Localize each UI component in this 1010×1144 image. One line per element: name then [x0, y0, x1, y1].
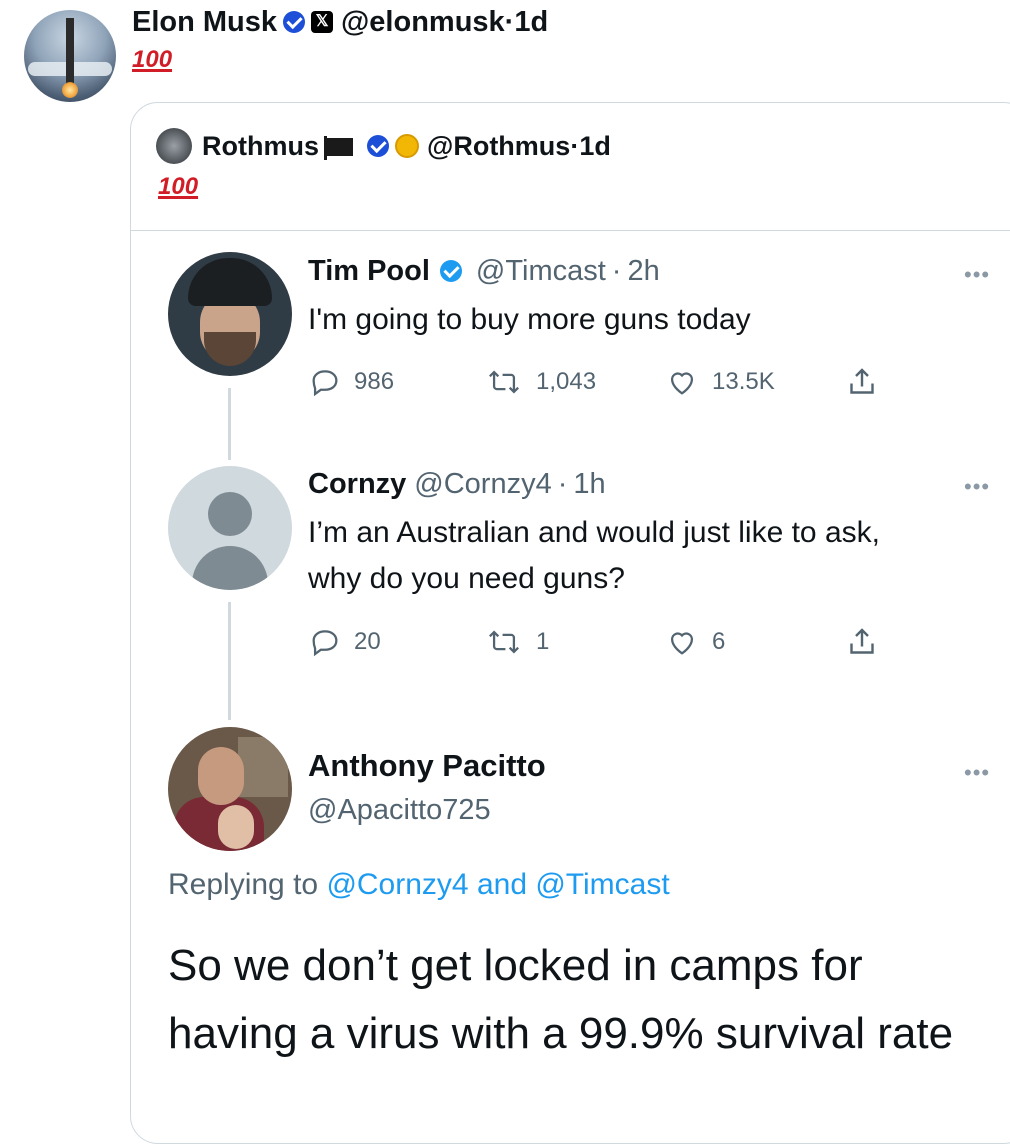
reply-count: 20: [354, 628, 381, 655]
like-action: 6: [664, 622, 725, 662]
quoted-tweet-header: Rothmus @Rothmus · 1d: [202, 127, 611, 165]
more-icon: •••: [964, 474, 991, 499]
share-icon: [850, 368, 874, 394]
retweet-action: 1,043: [484, 362, 596, 402]
like-action: 13.5K: [664, 362, 775, 402]
cornzy-default-avatar: [168, 466, 292, 590]
share-icon: [850, 628, 874, 654]
reply-body: So we don’t get locked in camps for havi…: [168, 941, 954, 1058]
share-action: [844, 622, 892, 662]
retweet-count: 1: [536, 628, 550, 655]
tweet-1-header: Tim Pool @Timcast · 2h: [308, 250, 660, 292]
post-time[interactable]: 1d: [514, 6, 548, 39]
avatar-body: [192, 546, 268, 590]
author-name[interactable]: Elon Musk: [132, 6, 277, 39]
tim-pool-avatar: [168, 252, 292, 376]
thread-connector: [228, 388, 231, 460]
share-action: [844, 362, 892, 402]
separator-dot: ·: [557, 467, 568, 500]
reply-author-handle: @Apacitto725: [308, 794, 491, 826]
verified-badge-icon: [439, 260, 462, 282]
more-icon: •••: [964, 262, 991, 287]
mention-timcast: @Timcast: [535, 868, 670, 901]
tweet-1-author-name: Tim Pool: [308, 254, 430, 287]
gold-badge-icon: [395, 134, 419, 158]
avatar-face: [198, 747, 244, 805]
avatar-beanie: [188, 258, 272, 306]
tweet-2-body-line-2: why do you need guns?: [308, 562, 625, 595]
avatar-shelf: [238, 737, 288, 797]
anthony-pacitto-avatar: [168, 727, 292, 851]
rothmus-avatar[interactable]: [156, 128, 192, 164]
more-icon: •••: [964, 760, 991, 785]
retweet-icon: [489, 630, 519, 654]
replying-to-line: Replying to @Cornzy4 and @Timcast: [168, 868, 670, 902]
separator-dot: ·: [611, 254, 622, 287]
retweet-icon: [489, 370, 519, 394]
like-count: 13.5K: [712, 368, 775, 395]
tweet-2-author-name: Cornzy: [308, 467, 407, 500]
quoted-author-name[interactable]: Rothmus: [202, 131, 319, 162]
reply-count: 986: [354, 368, 395, 395]
card-divider: [131, 230, 1010, 231]
mention-cornzy4: @Cornzy4: [326, 868, 469, 901]
separator-dot: ·: [504, 5, 515, 38]
separator-dot: ·: [570, 130, 580, 161]
replying-and: and: [468, 868, 536, 901]
avatar-head: [208, 492, 252, 536]
avatar-beard: [204, 332, 256, 366]
reply-action: 20: [308, 622, 381, 662]
elon-musk-avatar[interactable]: [24, 10, 116, 102]
tweet-2-handle: @Cornzy4: [414, 467, 552, 500]
reply-action: 986: [308, 362, 394, 402]
black-flag-icon: [324, 136, 353, 160]
tweet-1-body: I'm going to buy more guns today: [308, 303, 751, 336]
retweet-action: 1: [484, 622, 549, 662]
avatar-child: [218, 805, 254, 849]
quoted-tweet-text: 100: [158, 173, 199, 200]
avatar-rocket-flame: [62, 82, 78, 98]
heart-icon: [670, 372, 694, 395]
author-handle[interactable]: @elonmusk: [341, 6, 505, 39]
replying-prefix: Replying to: [168, 868, 327, 901]
tweet-2-time: 1h: [573, 467, 606, 500]
tweet-1-handle: @Timcast: [475, 254, 606, 287]
tweet-2-header: Cornzy @Cornzy4 · 1h: [308, 463, 606, 505]
reply-author-name: Anthony Pacitto: [308, 748, 546, 783]
avatar-rocket: [66, 18, 74, 92]
outer-tweet-header: Elon Musk 𝕏 @elonmusk · 1d: [132, 4, 548, 40]
verified-badge-icon: [367, 135, 389, 157]
x-affiliation-icon: 𝕏: [311, 11, 334, 33]
tweet-2-body-line-1: I’m an Australian and would just like to…: [308, 516, 880, 549]
outer-tweet-text: 100: [132, 46, 173, 73]
reply-icon: [312, 630, 338, 657]
verified-badge-icon: [283, 11, 306, 33]
quoted-author-handle[interactable]: @Rothmus: [427, 131, 570, 162]
heart-icon: [670, 632, 694, 655]
reply-icon: [312, 370, 338, 397]
quoted-post-time[interactable]: 1d: [579, 131, 611, 162]
like-count: 6: [712, 628, 726, 655]
tweet-1-time: 2h: [627, 254, 660, 287]
retweet-count: 1,043: [536, 368, 597, 395]
thread-connector: [228, 602, 231, 720]
